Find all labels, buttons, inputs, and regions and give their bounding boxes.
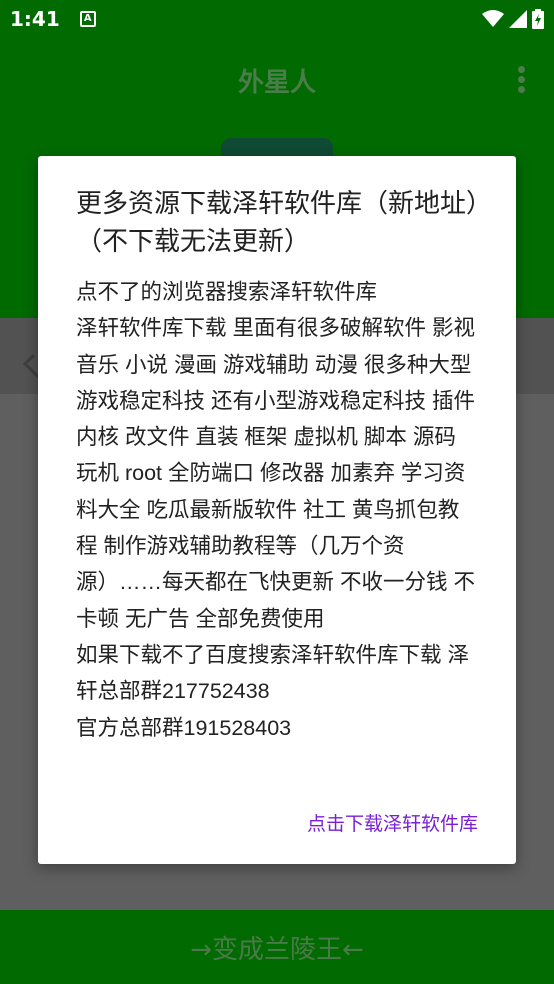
dialog-body-line: 如果下载不了百度搜索泽轩软件库下载 泽轩总部群217752438 (76, 642, 469, 704)
screen: 1:41 A 外星人 →变成兰陵王← 更多资源下载泽轩软件库（新地址）（不下载无… (0, 0, 554, 984)
app-title: 外星人 (237, 68, 316, 98)
battery-icon (532, 9, 544, 29)
notification-icon: A (79, 11, 96, 27)
dialog-title: 更多资源下载泽轩软件库（新地址）（不下载无法更新） (76, 188, 480, 256)
status-time: 1:41 (10, 7, 60, 31)
wifi-icon (482, 10, 504, 27)
dialog-body-line: 官方总部群191528403 (76, 715, 292, 740)
transform-button[interactable]: →变成兰陵王← (0, 910, 554, 984)
dialog-body-line: 点不了的浏览器搜索泽轩软件库 (76, 280, 378, 304)
status-icons (482, 9, 544, 29)
download-button[interactable]: 点击下载泽轩软件库 (307, 809, 478, 836)
more-vert-icon[interactable] (516, 66, 526, 94)
transform-button-label: →变成兰陵王← (190, 934, 364, 965)
dialog-body-line: 泽轩软件库下载 里面有很多破解软件 影视 音乐 小说 漫画 游戏辅助 动漫 很多… (76, 316, 475, 631)
dialog-body: 点不了的浏览器搜索泽轩软件库 泽轩软件库下载 里面有很多破解软件 影视 音乐 小… (76, 274, 480, 746)
signal-icon (509, 10, 527, 28)
status-bar: 1:41 A (0, 0, 554, 38)
download-dialog: 更多资源下载泽轩软件库（新地址）（不下载无法更新） 点不了的浏览器搜索泽轩软件库… (38, 156, 516, 864)
